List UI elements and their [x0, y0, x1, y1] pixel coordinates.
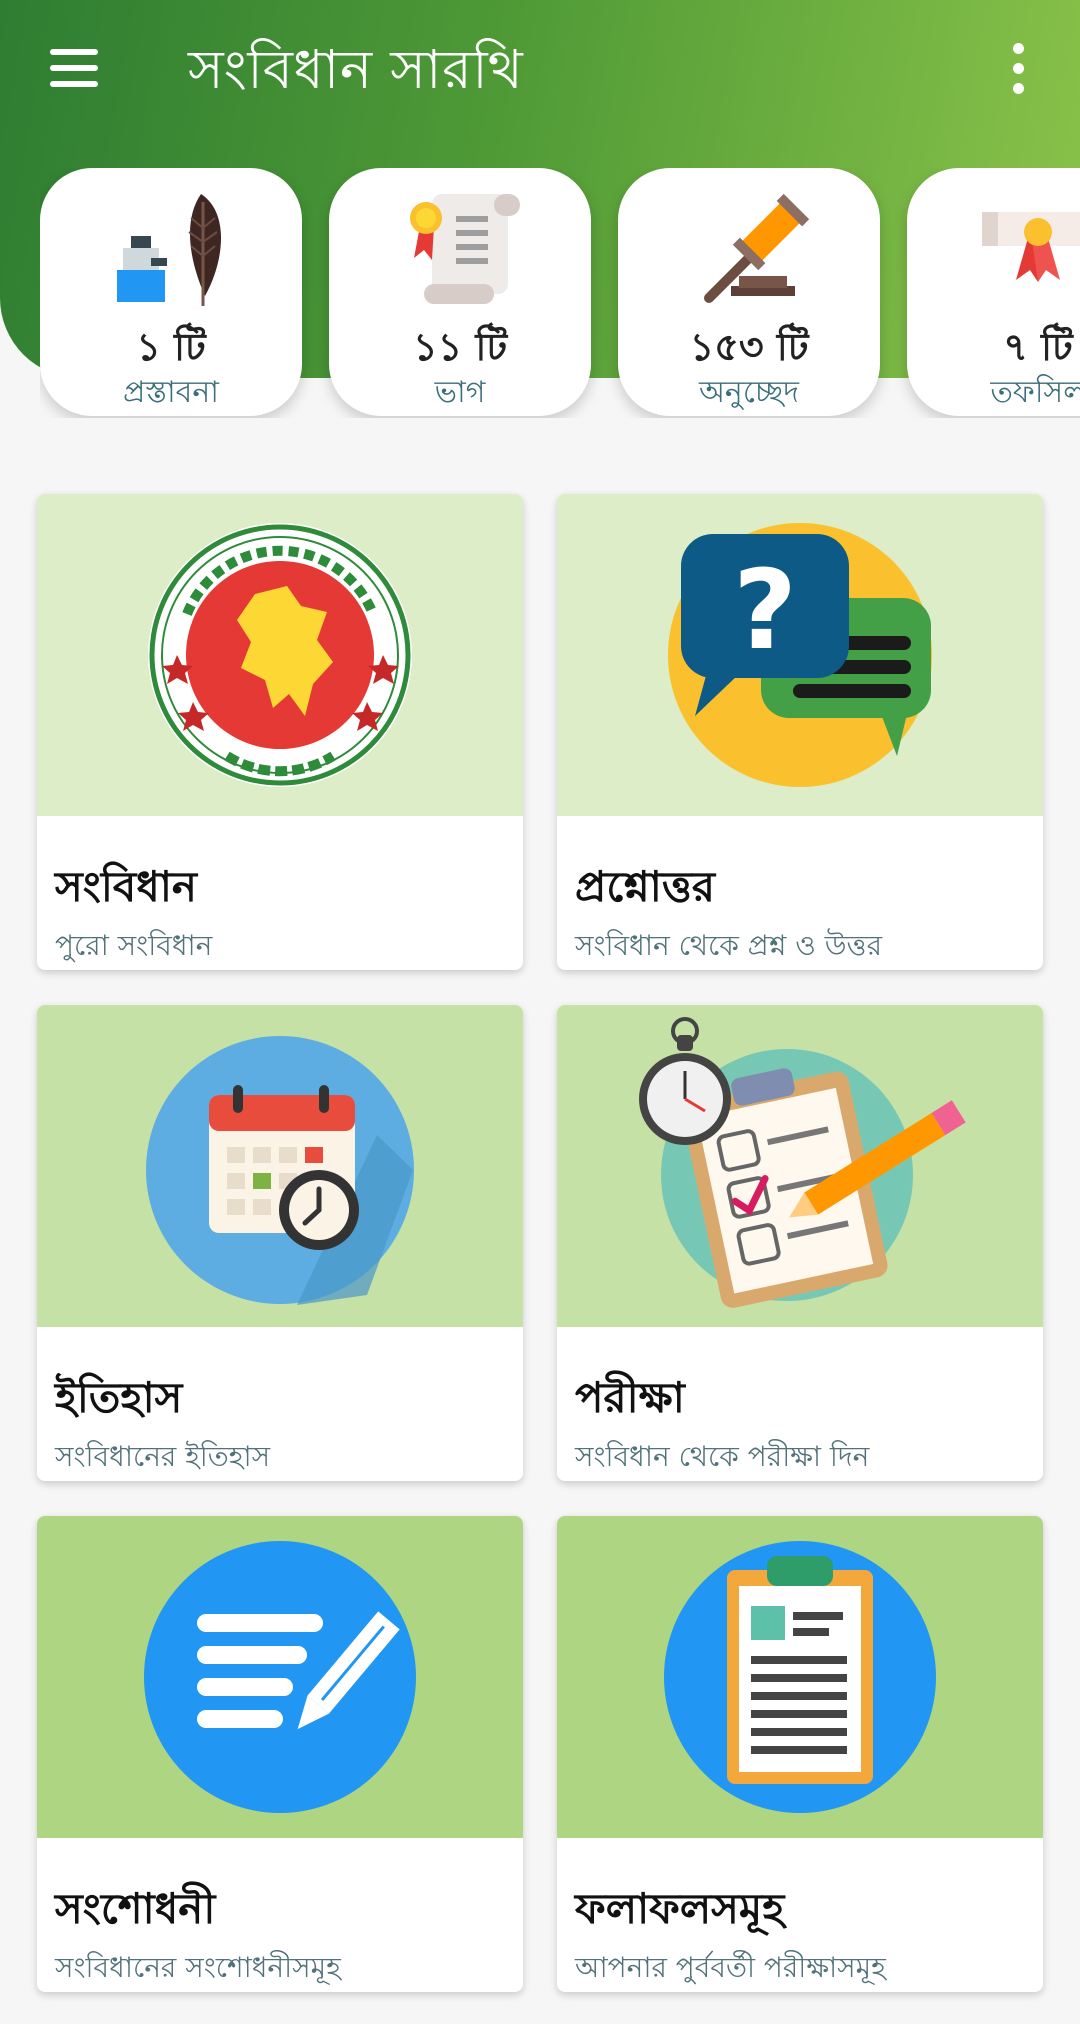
card-image: [557, 1516, 1043, 1838]
ink-quill-icon: [40, 188, 302, 308]
home-screen: সংবিধান সারথি ১ টি প্রস্তাবনা ১১ টি ভাগ …: [0, 0, 1080, 2024]
card-results[interactable]: ফলাফলসমূহ আপনার পুর্ববর্তী পরীক্ষাসমূহ: [557, 1516, 1043, 1992]
card-title: সংবিধান: [55, 862, 198, 911]
card-title: ফলাফলসমূহ: [575, 1884, 785, 1933]
card-qna[interactable]: ? প্রশ্নোত্তর সংবিধান থেকে প্রশ্ন ও উত্ত…: [557, 494, 1043, 970]
exam-clipboard-icon: [639, 1017, 966, 1308]
card-title: প্রশ্নোত্তর: [575, 862, 715, 911]
card-exam[interactable]: পরীক্ষা সংবিধান থেকে পরীক্ষা দিন: [557, 1005, 1043, 1481]
app-title: সংবিধান সারথি: [188, 38, 524, 101]
stat-label: তফসিল: [990, 375, 1080, 410]
card-title: পরীক্ষা: [575, 1373, 685, 1422]
results-clipboard-icon: [664, 1541, 936, 1813]
government-seal-icon: [148, 523, 412, 787]
stats-row[interactable]: ১ টি প্রস্তাবনা ১১ টি ভাগ ১৫৩ টি অনুচ্ছে…: [40, 168, 1080, 418]
stat-card-parts[interactable]: ১১ টি ভাগ: [329, 168, 591, 416]
stat-card-preamble[interactable]: ১ টি প্রস্তাবনা: [40, 168, 302, 416]
svg-text:?: ?: [733, 546, 797, 674]
stat-label: অনুচ্ছেদ: [698, 375, 800, 410]
stat-card-schedules[interactable]: ৭ টি তফসিল: [907, 168, 1080, 416]
app-toolbar: সংবিধান সারথি: [0, 0, 1080, 134]
stat-label: প্রস্তাবনা: [123, 375, 219, 410]
card-subtitle: আপনার পুর্ববর্তী পরীক্ষাসমূহ: [575, 1951, 886, 1984]
card-subtitle: পুরো সংবিধান: [55, 929, 213, 962]
card-subtitle: সংবিধানের ইতিহাস: [55, 1440, 271, 1473]
hamburger-menu-icon[interactable]: [40, 40, 108, 96]
card-title: ইতিহাস: [55, 1373, 183, 1422]
stat-card-articles[interactable]: ১৫৩ টি অনুচ্ছেদ: [618, 168, 880, 416]
card-image: [37, 1005, 523, 1327]
question-chat-icon: ?: [668, 523, 932, 787]
edit-document-icon: [144, 1541, 416, 1813]
more-vert-icon[interactable]: [1000, 36, 1036, 100]
card-image: [557, 1005, 1043, 1327]
card-subtitle: সংবিধান থেকে পরীক্ষা দিন: [575, 1440, 870, 1473]
card-constitution[interactable]: সংবিধান পুরো সংবিধান: [37, 494, 523, 970]
card-image: [37, 494, 523, 816]
scroll-certificate-icon: [329, 188, 591, 308]
gavel-icon: [618, 188, 880, 308]
card-history[interactable]: ইতিহাস সংবিধানের ইতিহাস: [37, 1005, 523, 1481]
card-amendments[interactable]: সংশোধনী সংবিধানের সংশোধনীসমূহ: [37, 1516, 523, 1992]
card-image: ?: [557, 494, 1043, 816]
card-subtitle: সংবিধানের সংশোধনীসমূহ: [55, 1951, 341, 1984]
stat-label: ভাগ: [434, 375, 486, 410]
diploma-ribbon-icon: [907, 188, 1080, 308]
card-subtitle: সংবিধান থেকে প্রশ্ন ও উত্তর: [575, 929, 882, 962]
card-title: সংশোধনী: [55, 1884, 216, 1933]
card-image: [37, 1516, 523, 1838]
calendar-clock-icon: [146, 1036, 414, 1305]
